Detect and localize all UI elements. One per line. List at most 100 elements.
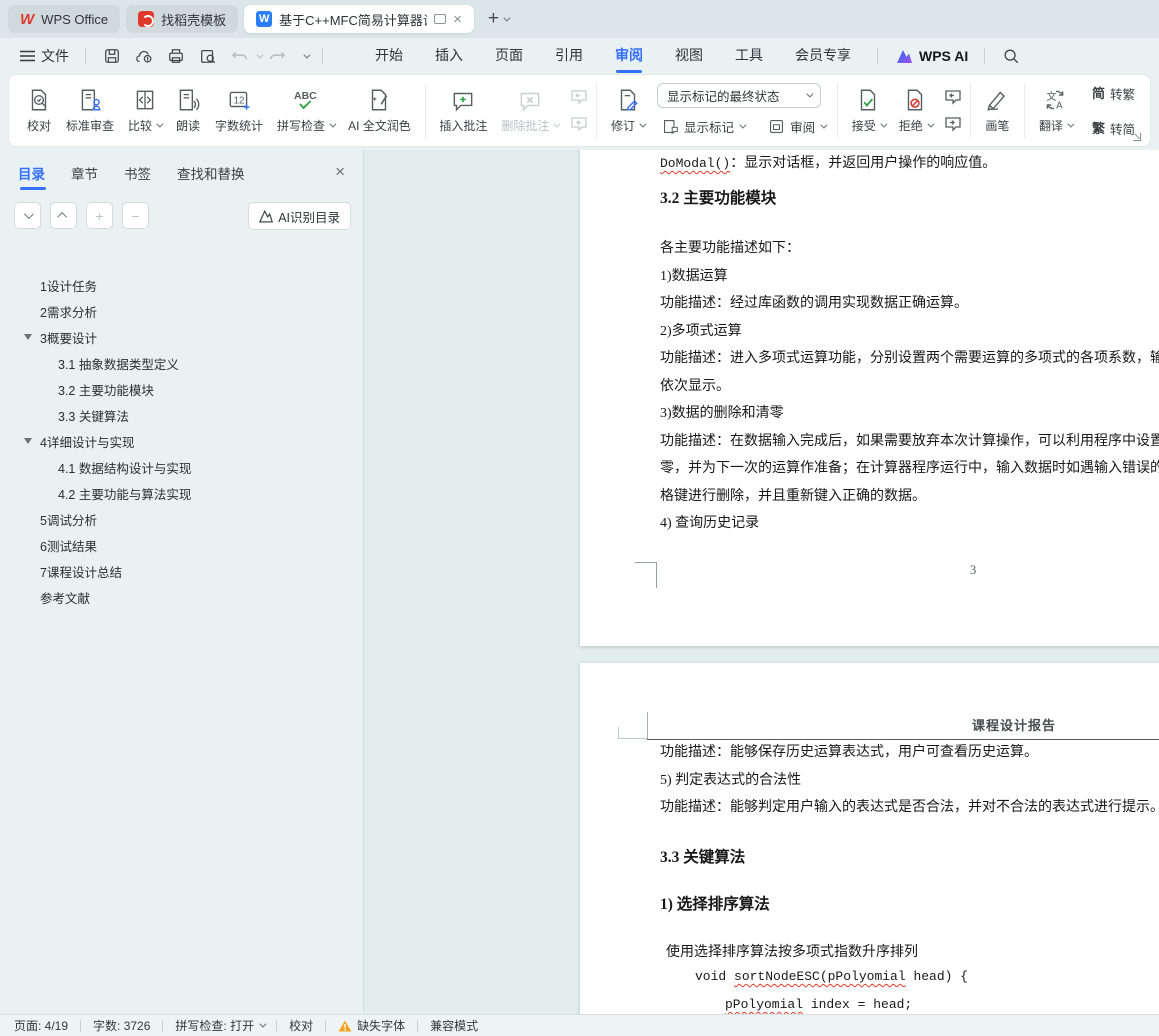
proofread-icon bbox=[31, 89, 47, 111]
ai-polish-button[interactable]: AI 全文润色 bbox=[341, 82, 418, 139]
divider bbox=[85, 48, 86, 64]
ribbon-collapse-icon[interactable] bbox=[1133, 133, 1141, 141]
toc-item[interactable]: 3.3 关键算法 bbox=[0, 402, 363, 428]
toc-item[interactable]: 2需求分析 bbox=[0, 298, 363, 324]
toc-item[interactable]: 参考文献 bbox=[0, 584, 363, 610]
ink-brush-button[interactable]: 画笔 bbox=[977, 82, 1017, 139]
show-markup-button[interactable]: 显示标记 bbox=[657, 114, 749, 139]
sidebar-close-icon[interactable]: × bbox=[335, 162, 345, 182]
tab-active-document[interactable]: W 基于C++MFC简易计算器设计 × bbox=[244, 5, 474, 33]
tab-reference[interactable]: 引用 bbox=[539, 38, 599, 74]
doc-paragraph: DoModal()：显示对话框，并返回用户操作的响应值。 bbox=[660, 152, 996, 172]
next-comment-icon[interactable] bbox=[569, 115, 589, 133]
file-menu-button[interactable]: 文件 bbox=[14, 46, 75, 66]
divider bbox=[417, 1019, 419, 1032]
delete-comment-button[interactable]: 删除批注 bbox=[494, 82, 565, 139]
toc-expand-all-button[interactable] bbox=[50, 202, 77, 229]
tab-insert[interactable]: 插入 bbox=[419, 38, 479, 74]
status-spell-check[interactable]: 拼写检查: 打开 bbox=[175, 1017, 267, 1034]
toc-item[interactable]: 1设计任务 bbox=[0, 272, 363, 298]
markup-state-chevron-icon bbox=[806, 90, 814, 98]
reject-change-button[interactable]: 拒绝 bbox=[892, 82, 939, 139]
toc-item[interactable]: 3.1 抽象数据类型定义 bbox=[0, 350, 363, 376]
quickbar-more-chevron-icon[interactable] bbox=[303, 51, 311, 59]
tab-view[interactable]: 视图 bbox=[659, 38, 719, 74]
status-word-count[interactable]: 字数: 3726 bbox=[93, 1017, 150, 1034]
toc-zoom-in-button[interactable]: + bbox=[86, 202, 113, 229]
svg-text:12: 12 bbox=[234, 95, 245, 106]
toc-item[interactable]: 5调试分析 bbox=[0, 506, 363, 532]
collapse-triangle-icon[interactable] bbox=[24, 438, 32, 444]
tab-list-chevron-icon[interactable] bbox=[503, 14, 511, 22]
s2t-icon: 简 bbox=[1092, 85, 1106, 101]
tab-page[interactable]: 页面 bbox=[479, 38, 539, 74]
wps-ai-button[interactable]: WPS AI bbox=[896, 48, 968, 64]
simplified-to-traditional-button[interactable]: 简 转繁 bbox=[1087, 81, 1140, 106]
toc-item-label: 4.1 数据结构设计与实现 bbox=[58, 461, 192, 476]
tab-docer-templates[interactable]: 找稻壳模板 bbox=[126, 5, 239, 33]
divider bbox=[276, 1019, 278, 1032]
hamburger-icon bbox=[20, 50, 35, 62]
sidebar-tab-contents[interactable]: 目录 bbox=[18, 163, 46, 192]
sidebar-tab-bookmarks[interactable]: 书签 bbox=[124, 163, 151, 192]
proofread-button[interactable]: 校对 bbox=[19, 82, 59, 139]
print-button[interactable] bbox=[167, 47, 185, 65]
toc-item[interactable]: 7课程设计总结 bbox=[0, 558, 363, 584]
sidebar-tab-chapters[interactable]: 章节 bbox=[71, 163, 98, 192]
document-page-4[interactable]: 课程设计报告 功能描述：能够保存历史运算表达式，用户可查看历史运算。 5) 判定… bbox=[580, 663, 1159, 1014]
new-tab-button[interactable]: + bbox=[488, 8, 499, 30]
standard-review-button[interactable]: 标准审查 bbox=[59, 82, 121, 139]
previous-change-icon[interactable] bbox=[943, 88, 963, 106]
doc-paragraph: 功能描述：能够判定用户输入的表达式是否合法，并对不合法的表达式进行提示。 bbox=[660, 800, 1159, 815]
next-change-icon[interactable] bbox=[943, 115, 963, 133]
document-page-3[interactable]: DoModal()：显示对话框，并返回用户操作的响应值。 3.2 主要功能模块 … bbox=[580, 150, 1159, 646]
close-tab-icon[interactable]: × bbox=[453, 11, 462, 28]
collapse-triangle-icon[interactable] bbox=[24, 334, 32, 340]
redo-button[interactable] bbox=[268, 48, 286, 64]
document-workspace[interactable]: DoModal()：显示对话框，并返回用户操作的响应值。 3.2 主要功能模块 … bbox=[364, 150, 1159, 1014]
undo-button[interactable] bbox=[231, 48, 249, 64]
toc-item[interactable]: 4详细设计与实现 bbox=[0, 428, 363, 454]
read-aloud-button[interactable]: 朗读 bbox=[168, 82, 208, 139]
spell-check-button[interactable]: ABC 拼写检查 bbox=[270, 82, 341, 139]
review-pane-button[interactable]: 审阅 bbox=[763, 114, 830, 139]
insert-comment-button[interactable]: 插入批注 bbox=[432, 82, 494, 139]
ribbon-tab-strip: 开始 插入 页面 引用 审阅 视图 工具 会员专享 bbox=[359, 38, 867, 74]
doc-code-line: pPolyomial index = head; bbox=[725, 997, 912, 1012]
compare-label: 比较 bbox=[128, 119, 153, 133]
save-button[interactable] bbox=[103, 47, 121, 65]
tab-review[interactable]: 审阅 bbox=[599, 38, 659, 74]
toc-item[interactable]: 4.1 数据结构设计与实现 bbox=[0, 454, 363, 480]
toc-item[interactable]: 3.2 主要功能模块 bbox=[0, 376, 363, 402]
toc-zoom-out-button[interactable]: − bbox=[122, 202, 149, 229]
tab-home[interactable]: 开始 bbox=[359, 38, 419, 74]
print-preview-button[interactable] bbox=[199, 47, 217, 65]
undo-chevron-icon[interactable] bbox=[256, 51, 264, 59]
tab-wps-office[interactable]: W WPS Office bbox=[8, 5, 121, 33]
status-page-indicator[interactable]: 页面: 4/19 bbox=[14, 1017, 68, 1034]
toc-item-label: 1设计任务 bbox=[40, 279, 97, 294]
status-proofread[interactable]: 校对 bbox=[289, 1017, 313, 1034]
search-button[interactable] bbox=[1002, 47, 1020, 65]
track-changes-button[interactable]: 修订 bbox=[604, 82, 651, 139]
ai-recognize-toc-button[interactable]: AI识别目录 bbox=[248, 202, 351, 230]
status-compat-mode[interactable]: 兼容模式 bbox=[430, 1017, 478, 1034]
status-missing-font[interactable]: 缺失字体 bbox=[338, 1017, 405, 1034]
word-count-button[interactable]: 12 字数统计 bbox=[208, 82, 270, 139]
toc-item[interactable]: 3概要设计 bbox=[0, 324, 363, 350]
tab-member[interactable]: 会员专享 bbox=[779, 38, 867, 74]
accept-change-button[interactable]: 接受 bbox=[845, 82, 892, 139]
previous-comment-icon[interactable] bbox=[569, 88, 589, 106]
sidebar-tab-find-replace[interactable]: 查找和替换 bbox=[177, 163, 245, 192]
toc-item[interactable]: 6测试结果 bbox=[0, 532, 363, 558]
tab-tools[interactable]: 工具 bbox=[719, 38, 779, 74]
translate-button[interactable]: 文 A 翻译 bbox=[1032, 82, 1079, 139]
multi-window-icon[interactable] bbox=[434, 14, 447, 24]
spell-status-chevron-icon bbox=[259, 1020, 267, 1028]
toc-item[interactable]: 4.2 主要功能与算法实现 bbox=[0, 480, 363, 506]
export-button[interactable] bbox=[135, 47, 153, 65]
file-menu-label: 文件 bbox=[41, 48, 69, 64]
compare-button[interactable]: 比较 bbox=[121, 82, 168, 139]
toc-collapse-all-button[interactable] bbox=[14, 202, 41, 229]
markup-state-select[interactable]: 显示标记的最终状态 bbox=[657, 82, 822, 108]
